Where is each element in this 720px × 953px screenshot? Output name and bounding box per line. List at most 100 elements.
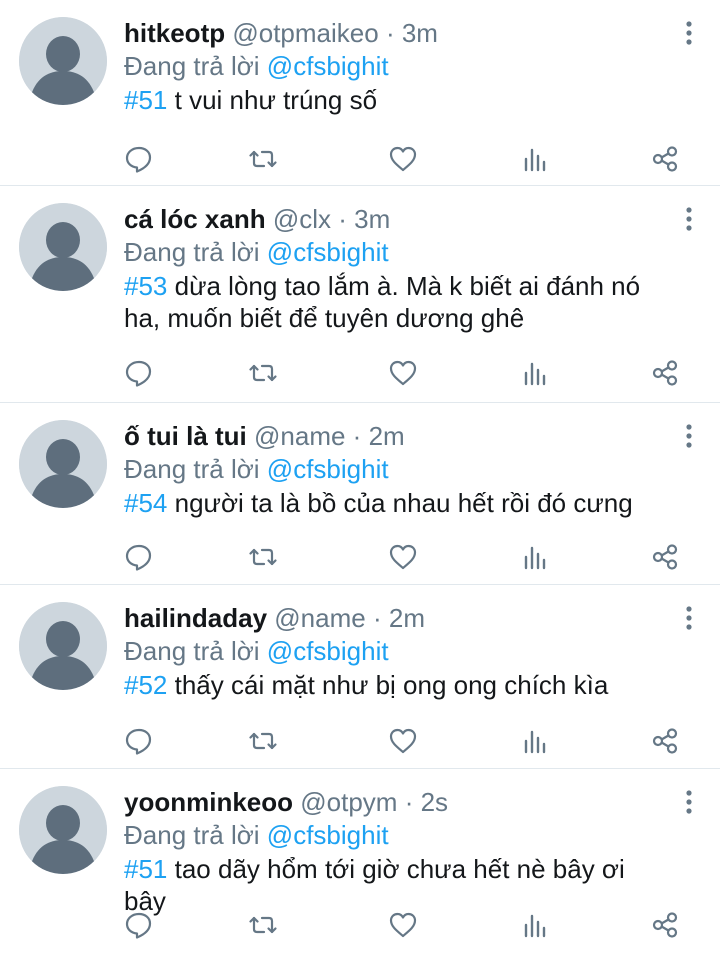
reply-button[interactable] — [124, 358, 154, 388]
tweet-content: hitkeotp @otpmaikeo · 3m Đang trả lời @cf… — [124, 16, 660, 116]
more-options-button[interactable] — [684, 423, 694, 451]
share-button[interactable] — [650, 542, 680, 572]
reply-button[interactable] — [124, 542, 154, 572]
separator-dot: · — [404, 787, 414, 817]
hashtag[interactable]: #51 — [124, 85, 167, 115]
replying-to-label: Đang trả lời — [124, 454, 260, 484]
avatar[interactable] — [19, 17, 107, 105]
retweet-button[interactable] — [248, 144, 278, 174]
tweet-text: #54 người ta là bồ của nhau hết rồi đó c… — [124, 487, 660, 519]
retweet-button[interactable] — [248, 542, 278, 572]
tweet[interactable]: ố tui là tui @name · 2m Đang trả lời @cfs… — [0, 403, 720, 585]
retweet-button[interactable] — [248, 910, 278, 940]
share-button[interactable] — [650, 726, 680, 756]
reply-button[interactable] — [124, 144, 154, 174]
timestamp[interactable]: 3m — [354, 204, 390, 234]
like-button[interactable] — [388, 726, 418, 756]
analytics-button[interactable] — [520, 910, 550, 940]
replying-to-handle[interactable]: @cfsbighit — [267, 454, 389, 484]
reply-button[interactable] — [124, 726, 154, 756]
avatar[interactable] — [19, 602, 107, 690]
tweet[interactable]: hitkeotp @otpmaikeo · 3m Đang trả lời @cf… — [0, 0, 720, 186]
share-icon — [650, 542, 680, 572]
display-name[interactable]: yoonminkeoo — [124, 787, 293, 817]
timestamp[interactable]: 2s — [421, 787, 448, 817]
more-vertical-icon — [684, 790, 694, 821]
replying-to-handle[interactable]: @cfsbighit — [267, 51, 389, 81]
tweet-header: ố tui là tui @name · 2m — [124, 419, 660, 453]
retweet-icon — [248, 910, 278, 940]
replying-to-handle[interactable]: @cfsbighit — [267, 237, 389, 267]
replying-to-label: Đang trả lời — [124, 636, 260, 666]
tweet-content: cá lóc xanh @clx · 3m Đang trả lời @cfsbi… — [124, 202, 660, 334]
analytics-button[interactable] — [520, 358, 550, 388]
analytics-button[interactable] — [520, 726, 550, 756]
reply-button[interactable] — [124, 910, 154, 940]
avatar[interactable] — [19, 786, 107, 874]
like-button[interactable] — [388, 542, 418, 572]
timestamp[interactable]: 2m — [389, 603, 425, 633]
user-handle[interactable]: @name — [274, 603, 365, 633]
retweet-button[interactable] — [248, 358, 278, 388]
reply-bubble-icon — [124, 542, 154, 572]
tweet-content: yoonminkeoo @otpym · 2s Đang trả lời @cfs… — [124, 785, 660, 917]
separator-dot: · — [385, 18, 395, 48]
like-button[interactable] — [388, 144, 418, 174]
avatar[interactable] — [19, 420, 107, 508]
tweet-actions — [124, 358, 680, 390]
user-handle[interactable]: @otpmaikeo — [232, 18, 378, 48]
more-options-button[interactable] — [684, 206, 694, 234]
more-options-button[interactable] — [684, 789, 694, 817]
retweet-button[interactable] — [248, 726, 278, 756]
like-button[interactable] — [388, 358, 418, 388]
share-button[interactable] — [650, 358, 680, 388]
replying-to-handle[interactable]: @cfsbighit — [267, 820, 389, 850]
retweet-icon — [248, 144, 278, 174]
replying-to-handle[interactable]: @cfsbighit — [267, 636, 389, 666]
hashtag[interactable]: #51 — [124, 854, 167, 884]
replying-to-label: Đang trả lời — [124, 237, 260, 267]
default-avatar-icon — [19, 786, 107, 874]
timestamp[interactable]: 3m — [402, 18, 438, 48]
share-icon — [650, 144, 680, 174]
analytics-bars-icon — [520, 144, 550, 174]
user-handle[interactable]: @otpym — [300, 787, 397, 817]
avatar[interactable] — [19, 203, 107, 291]
heart-icon — [388, 542, 418, 572]
heart-icon — [388, 910, 418, 940]
hashtag[interactable]: #53 — [124, 271, 167, 301]
tweet-text: #52 thấy cái mặt như bị ong ong chích kì… — [124, 669, 660, 701]
analytics-button[interactable] — [520, 542, 550, 572]
reply-bubble-icon — [124, 726, 154, 756]
analytics-bars-icon — [520, 542, 550, 572]
tweet-text: #53 dừa lòng tao lắm à. Mà k biết ai đán… — [124, 270, 660, 334]
tweet-body: dừa lòng tao lắm à. Mà k biết ai đánh nó… — [124, 271, 641, 333]
tweet-content: hailindaday @name · 2m Đang trả lời @cfsb… — [124, 601, 660, 701]
display-name[interactable]: hailindaday — [124, 603, 267, 633]
tweet-body: người ta là bồ của nhau hết rồi đó cưng — [174, 488, 633, 518]
display-name[interactable]: hitkeotp — [124, 18, 225, 48]
display-name[interactable]: cá lóc xanh — [124, 204, 266, 234]
share-button[interactable] — [650, 144, 680, 174]
replying-to: Đang trả lời @cfsbighit — [124, 453, 660, 485]
tweet-body: thấy cái mặt như bị ong ong chích kìa — [174, 670, 609, 700]
timestamp[interactable]: 2m — [369, 421, 405, 451]
analytics-button[interactable] — [520, 144, 550, 174]
tweet[interactable]: hailindaday @name · 2m Đang trả lời @cfsb… — [0, 585, 720, 769]
more-vertical-icon — [684, 21, 694, 52]
more-options-button[interactable] — [684, 20, 694, 48]
hashtag[interactable]: #54 — [124, 488, 167, 518]
tweet-header: cá lóc xanh @clx · 3m — [124, 202, 660, 236]
hashtag[interactable]: #52 — [124, 670, 167, 700]
share-button[interactable] — [650, 910, 680, 940]
more-options-button[interactable] — [684, 605, 694, 633]
separator-dot: · — [352, 421, 362, 451]
replying-to-label: Đang trả lời — [124, 820, 260, 850]
user-handle[interactable]: @name — [254, 421, 345, 451]
display-name[interactable]: ố tui là tui — [124, 421, 247, 451]
tweet[interactable]: cá lóc xanh @clx · 3m Đang trả lời @cfsbi… — [0, 186, 720, 403]
tweet[interactable]: yoonminkeoo @otpym · 2s Đang trả lời @cfs… — [0, 769, 720, 953]
like-button[interactable] — [388, 910, 418, 940]
user-handle[interactable]: @clx — [273, 204, 331, 234]
reply-bubble-icon — [124, 144, 154, 174]
